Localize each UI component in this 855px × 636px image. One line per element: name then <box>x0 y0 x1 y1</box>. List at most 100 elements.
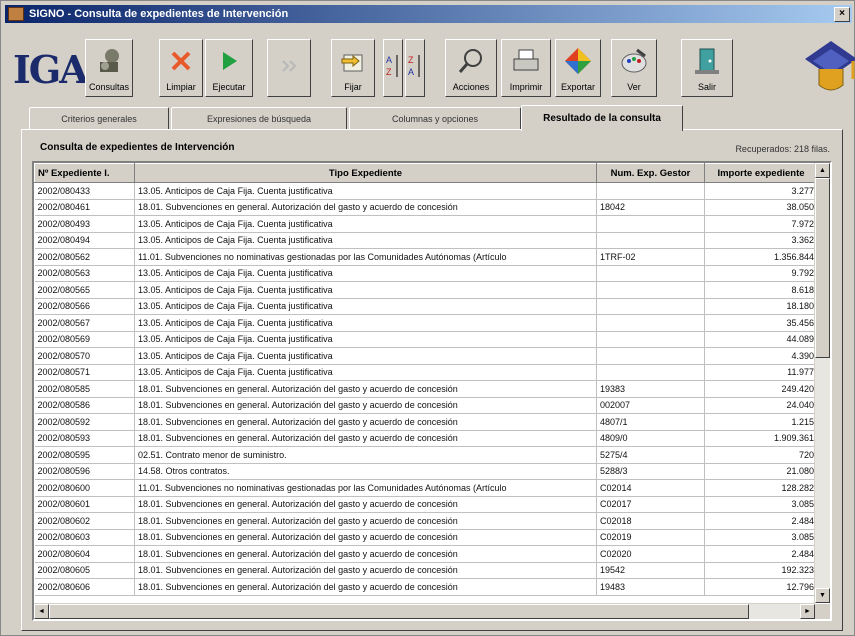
table-row[interactable]: 2002/080433 13.05. Anticipos de Caja Fija… <box>34 182 818 200</box>
cell-num-expediente: 2002/080595 <box>34 446 135 464</box>
cell-tipo-expediente: 13.05. Anticipos de Caja Fija. Cuenta ju… <box>134 298 597 315</box>
cell-num-expediente: 2002/080602 <box>34 512 135 530</box>
cell-num-expediente: 2002/080567 <box>34 314 135 332</box>
table-row[interactable]: 2002/080595 02.51. Contrato menor de sumi… <box>34 446 818 464</box>
column-header-num-exp-gestor[interactable]: Num. Exp. Gestor <box>596 163 705 183</box>
column-header-num-expediente[interactable]: Nº Expediente I. <box>34 163 135 183</box>
fijar-button[interactable]: Fijar <box>331 39 375 97</box>
table-row[interactable]: 2002/080567 13.05. Anticipos de Caja Fija… <box>34 314 818 332</box>
salir-button[interactable]: Salir <box>681 39 733 97</box>
app-icon <box>8 7 24 21</box>
exportar-button[interactable]: Exportar <box>555 39 601 97</box>
cell-importe: 720 <box>704 446 818 464</box>
play-icon <box>206 40 252 82</box>
table-row[interactable]: 2002/080592 18.01. Subvenciones en genera… <box>34 413 818 431</box>
export-icon <box>556 40 600 82</box>
results-grid[interactable]: Nº Expediente I. Tipo Expediente Num. Ex… <box>32 161 832 621</box>
sort-za-icon: ZA <box>406 40 424 92</box>
title-bar[interactable]: SIGNO - Consulta de expedientes de Inter… <box>5 5 852 23</box>
vertical-scroll-thumb[interactable] <box>815 178 830 358</box>
cell-importe: 18.180 <box>704 298 818 315</box>
scroll-right-arrow-icon[interactable]: ► <box>800 604 815 619</box>
table-row[interactable]: 2002/080593 18.01. Subvenciones en genera… <box>34 430 818 447</box>
cell-tipo-expediente: 13.05. Anticipos de Caja Fija. Cuenta ju… <box>134 232 597 249</box>
ver-button[interactable]: Ver <box>611 39 657 97</box>
table-row[interactable]: 2002/080586 18.01. Subvenciones en genera… <box>34 397 818 414</box>
limpiar-button[interactable]: Limpiar <box>159 39 203 97</box>
table-header-row: Nº Expediente I. Tipo Expediente Num. Ex… <box>34 163 818 183</box>
cell-num-exp-gestor: 5288/3 <box>596 463 705 480</box>
cell-tipo-expediente: 18.01. Subvenciones en general. Autoriza… <box>134 562 597 579</box>
parar-button[interactable] <box>267 39 311 97</box>
cell-num-expediente: 2002/080433 <box>34 182 135 200</box>
cell-tipo-expediente: 13.05. Anticipos de Caja Fija. Cuenta ju… <box>134 314 597 332</box>
results-panel: Consulta de expedientes de Intervención … <box>21 129 843 631</box>
cell-num-exp-gestor: 1TRF-02 <box>596 248 705 266</box>
table-row[interactable]: 2002/080571 13.05. Anticipos de Caja Fija… <box>34 364 818 381</box>
table-row[interactable]: 2002/080601 18.01. Subvenciones en genera… <box>34 496 818 513</box>
sort-desc-button[interactable]: ZA <box>405 39 425 97</box>
table-row[interactable]: 2002/080566 13.05. Anticipos de Caja Fija… <box>34 298 818 315</box>
svg-text:A: A <box>386 55 392 65</box>
table-row[interactable]: 2002/080569 13.05. Anticipos de Caja Fija… <box>34 331 818 348</box>
cell-importe: 3.085 <box>704 496 818 513</box>
cell-tipo-expediente: 18.01. Subvenciones en general. Autoriza… <box>134 430 597 447</box>
table-row[interactable]: 2002/080461 18.01. Subvenciones en genera… <box>34 199 818 216</box>
table-row[interactable]: 2002/080585 18.01. Subvenciones en genera… <box>34 380 818 398</box>
cell-num-exp-gestor: 18042 <box>596 199 705 216</box>
table-row[interactable]: 2002/080563 13.05. Anticipos de Caja Fija… <box>34 265 818 282</box>
table-row[interactable]: 2002/080603 18.01. Subvenciones en genera… <box>34 529 818 546</box>
scroll-left-arrow-icon[interactable]: ◄ <box>34 604 49 619</box>
tab-expresiones-de-busqueda[interactable]: Expresiones de búsqueda <box>171 107 347 129</box>
cell-importe: 1.215 <box>704 413 818 431</box>
acciones-button[interactable]: Acciones <box>445 39 497 97</box>
column-header-tipo-expediente[interactable]: Tipo Expediente <box>134 163 597 183</box>
table-row[interactable]: 2002/080606 18.01. Subvenciones en genera… <box>34 578 818 596</box>
horizontal-scrollbar[interactable]: ◄ ► <box>34 603 815 619</box>
cell-num-exp-gestor: 5275/4 <box>596 446 705 464</box>
cell-importe: 3.362 <box>704 232 818 249</box>
cell-num-exp-gestor: C02020 <box>596 545 705 563</box>
table-row[interactable]: 2002/080600 11.01. Subvenciones no nomina… <box>34 479 818 497</box>
cell-tipo-expediente: 13.05. Anticipos de Caja Fija. Cuenta ju… <box>134 215 597 233</box>
cell-num-exp-gestor <box>596 364 705 381</box>
cell-importe: 192.323 <box>704 562 818 579</box>
cell-num-expediente: 2002/080493 <box>34 215 135 233</box>
cell-num-exp-gestor: 19542 <box>596 562 705 579</box>
vertical-scrollbar[interactable]: ▲ ▼ <box>814 163 830 603</box>
consultas-icon <box>86 40 132 82</box>
cell-num-expediente: 2002/080604 <box>34 545 135 563</box>
table-row[interactable]: 2002/080562 11.01. Subvenciones no nomina… <box>34 248 818 266</box>
cell-num-expediente: 2002/080586 <box>34 397 135 414</box>
consultas-button[interactable]: Consultas <box>85 39 133 97</box>
cell-num-exp-gestor: 19483 <box>596 578 705 596</box>
cell-importe: 1.356.844 <box>704 248 818 266</box>
table-row[interactable]: 2002/080570 13.05. Anticipos de Caja Fija… <box>34 347 818 365</box>
cell-num-exp-gestor: 002007 <box>596 397 705 414</box>
scroll-up-arrow-icon[interactable]: ▲ <box>815 163 830 178</box>
table-row[interactable]: 2002/080604 18.01. Subvenciones en genera… <box>34 545 818 563</box>
tab-criterios-generales[interactable]: Criterios generales <box>29 107 169 129</box>
cell-tipo-expediente: 18.01. Subvenciones en general. Autoriza… <box>134 512 597 530</box>
sort-asc-button[interactable]: AZ <box>383 39 403 97</box>
tab-resultado-de-la-consulta[interactable]: Resultado de la consulta <box>521 105 683 131</box>
cell-num-exp-gestor: 4809/0 <box>596 430 705 447</box>
ejecutar-button[interactable]: Ejecutar <box>205 39 253 97</box>
cell-num-expediente: 2002/080601 <box>34 496 135 513</box>
cell-num-expediente: 2002/080592 <box>34 413 135 431</box>
close-button[interactable]: × <box>834 7 850 22</box>
cell-num-expediente: 2002/080566 <box>34 298 135 315</box>
table-row[interactable]: 2002/080602 18.01. Subvenciones en genera… <box>34 512 818 530</box>
scroll-down-arrow-icon[interactable]: ▼ <box>815 588 830 603</box>
cell-tipo-expediente: 13.05. Anticipos de Caja Fija. Cuenta ju… <box>134 347 597 365</box>
tab-columnas-y-opciones[interactable]: Columnas y opciones <box>349 107 521 129</box>
cell-importe: 11.977 <box>704 364 818 381</box>
table-row[interactable]: 2002/080596 14.58. Otros contratos. 5288/3… <box>34 463 818 480</box>
table-row[interactable]: 2002/080605 18.01. Subvenciones en genera… <box>34 562 818 579</box>
horizontal-scroll-thumb[interactable] <box>49 604 749 619</box>
imprimir-button[interactable]: Imprimir <box>501 39 551 97</box>
table-row[interactable]: 2002/080494 13.05. Anticipos de Caja Fija… <box>34 232 818 249</box>
table-row[interactable]: 2002/080493 13.05. Anticipos de Caja Fija… <box>34 215 818 233</box>
column-header-importe-expediente[interactable]: Importe expediente <box>704 163 818 183</box>
table-row[interactable]: 2002/080565 13.05. Anticipos de Caja Fija… <box>34 281 818 299</box>
